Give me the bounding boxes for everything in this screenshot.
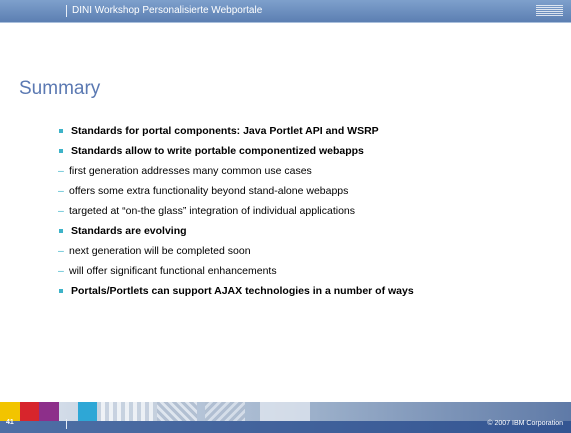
slide-title: Summary [19,78,101,99]
footer-pattern-block [260,402,310,421]
sub-bullet-item: first generation addresses many common u… [58,161,563,181]
sub-bullet-item: will offer significant functional enhanc… [58,261,563,281]
sub-bullet-item: offers some extra functionality beyond s… [58,181,563,201]
footer-color-block [78,402,97,421]
slide-footer [0,402,571,433]
sub-bullet-item: targeted at “on-the glass” integration o… [58,201,563,221]
footer-pattern-block [205,402,245,421]
bullet-list: Standards for portal components: Java Po… [58,121,563,301]
bullet-item: Standards are evolving [58,221,563,241]
header-title: DINI Workshop Personalisierte Webportale [72,5,263,16]
copyright-text: © 2007 IBM Corporation [487,420,563,427]
footer-bar [0,421,571,433]
footer-separator [66,419,67,429]
footer-pattern-block [157,402,197,421]
footer-color-block [20,402,39,421]
footer-pattern-block [97,402,157,421]
page-number: 41 [6,419,14,426]
bullet-item: Standards for portal components: Java Po… [58,121,563,141]
sub-bullet-item: next generation will be completed soon [58,241,563,261]
bullet-item: Standards allow to write portable compon… [58,141,563,161]
ibm-logo-icon [536,5,563,16]
bullet-item: Portals/Portlets can support AJAX techno… [58,281,563,301]
header-divider [0,22,571,23]
footer-color-block [39,402,59,421]
header-separator [66,5,67,17]
slide-header: DINI Workshop Personalisierte Webportale [0,0,571,22]
